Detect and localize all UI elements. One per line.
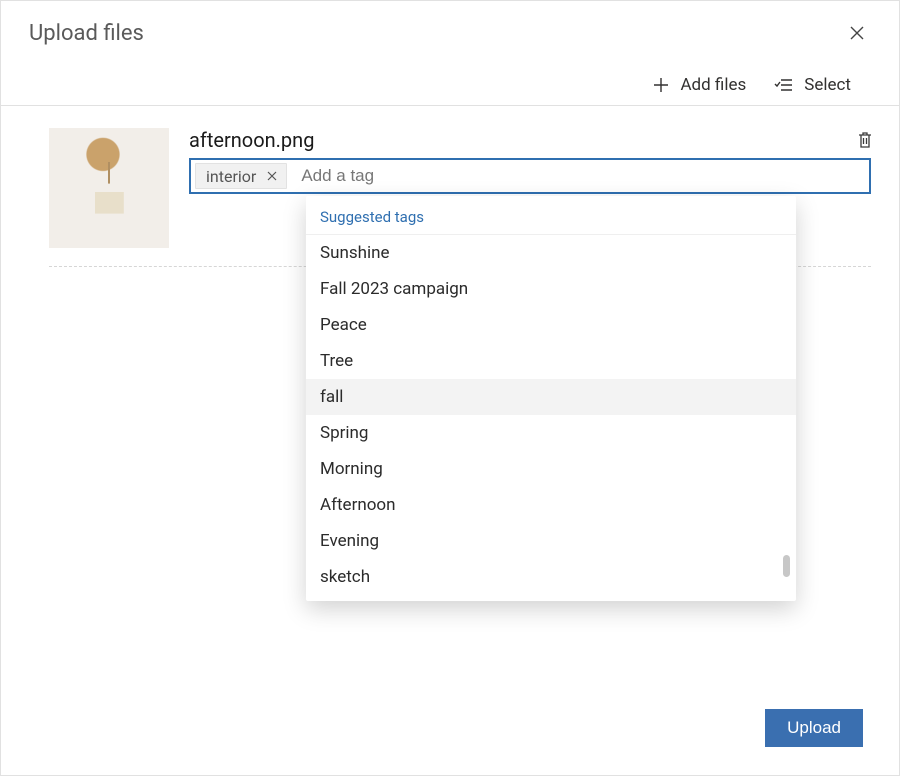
file-row: afternoon.png interior xyxy=(49,128,871,267)
file-name: afternoon.png xyxy=(189,128,871,152)
tag-suggestion-item[interactable]: fall xyxy=(306,379,796,415)
close-button[interactable] xyxy=(843,19,871,47)
close-icon xyxy=(267,171,277,181)
tag-suggestion-item[interactable]: Morning xyxy=(306,451,796,487)
tag-input[interactable] xyxy=(293,160,869,192)
file-thumbnail[interactable] xyxy=(49,128,169,248)
add-files-label: Add files xyxy=(680,75,746,95)
upload-dialog: Upload files Add files Select afternoo xyxy=(0,0,900,776)
trash-icon xyxy=(855,130,875,150)
select-label: Select xyxy=(804,75,851,95)
tag-suggestion-item[interactable]: Evening xyxy=(306,523,796,559)
tag-suggestion-item[interactable]: Tree xyxy=(306,343,796,379)
tag-field[interactable]: interior xyxy=(189,158,871,194)
plus-icon xyxy=(652,76,670,94)
tag-suggestions-panel: Suggested tags SunshineFall 2023 campaig… xyxy=(306,196,796,601)
delete-file-button[interactable] xyxy=(855,130,877,152)
dialog-title: Upload files xyxy=(29,21,843,46)
tag-suggestion-item[interactable]: Sunshine xyxy=(306,235,796,271)
close-icon xyxy=(849,25,865,41)
select-list-icon xyxy=(774,75,794,95)
upload-button[interactable]: Upload xyxy=(765,709,863,747)
select-button[interactable]: Select xyxy=(774,75,851,95)
add-files-button[interactable]: Add files xyxy=(652,75,746,95)
dialog-header: Upload files xyxy=(1,1,899,57)
tag-suggestion-item[interactable]: Afternoon xyxy=(306,487,796,523)
tag-suggestion-item[interactable]: Peace xyxy=(306,307,796,343)
tag-suggestions-header: Suggested tags xyxy=(306,196,796,235)
tag-chip: interior xyxy=(195,163,287,189)
tag-chip-remove[interactable] xyxy=(264,168,280,184)
tag-suggestions-list[interactable]: SunshineFall 2023 campaignPeaceTreefallS… xyxy=(306,235,796,601)
tag-suggestion-item[interactable]: Spring xyxy=(306,415,796,451)
files-area: afternoon.png interior xyxy=(1,106,899,267)
file-main: afternoon.png interior xyxy=(189,128,871,194)
tag-chip-label: interior xyxy=(206,167,256,186)
tag-suggestion-item[interactable]: Fall 2023 campaign xyxy=(306,271,796,307)
dialog-footer: Upload xyxy=(765,709,863,747)
tag-suggestion-item[interactable]: sketch xyxy=(306,559,796,595)
toolbar: Add files Select xyxy=(1,57,899,106)
